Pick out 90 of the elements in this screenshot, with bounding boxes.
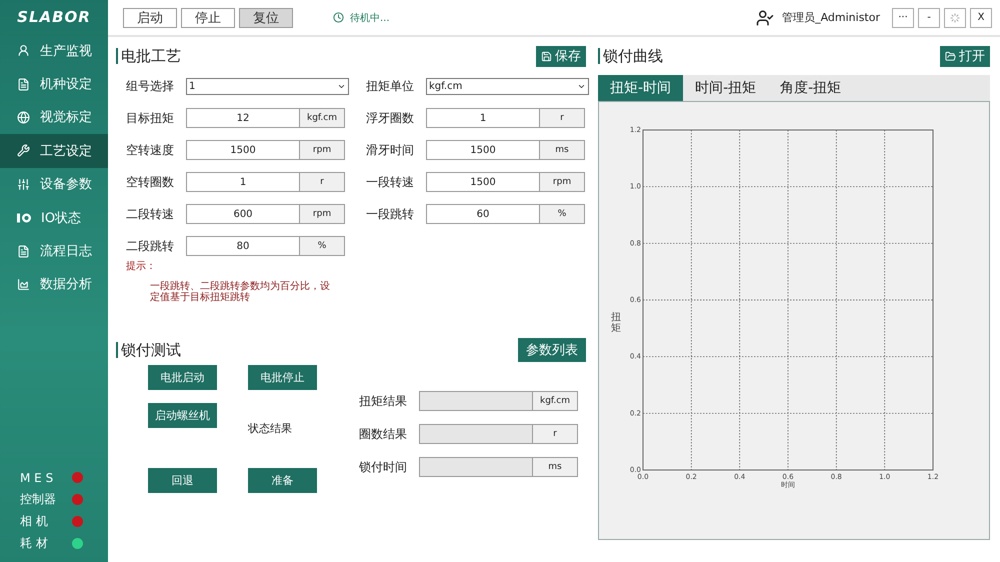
chart-tab[interactable]: 角度-扭矩 [768, 75, 854, 101]
field-label: 一段转速 [366, 174, 415, 190]
field-label: 组号选择 [126, 78, 175, 94]
nav-icon [17, 110, 30, 124]
chart-tab[interactable]: 扭矩-时间 [598, 75, 684, 101]
chart-tab[interactable]: 时间-扭矩 [683, 75, 768, 101]
unit-label: r [539, 109, 584, 127]
unit-label: r [299, 173, 344, 191]
field-label: 扭矩结果 [359, 392, 408, 410]
field-label: 二段跳转 [126, 238, 175, 254]
nav-icon [17, 144, 30, 158]
close-button[interactable]: X [970, 8, 992, 28]
unit-label: % [539, 205, 584, 223]
save-icon [541, 50, 552, 62]
folder-icon [945, 50, 956, 62]
section-title: 锁付曲线 [598, 48, 663, 64]
toolbar-button[interactable]: 停止 [181, 8, 235, 28]
input-field[interactable]: 12 [187, 112, 299, 124]
open-button[interactable]: 打开 [940, 46, 990, 66]
user-icon [756, 8, 774, 26]
nav-icon [17, 44, 30, 58]
logo: SLABOR [16, 7, 92, 28]
field-label: 浮牙圈数 [366, 110, 415, 126]
more-button[interactable]: ··· [892, 8, 914, 28]
test-button[interactable]: 准备 [248, 468, 317, 493]
status-label: 控制器 [20, 491, 57, 508]
section-title: 锁付测试 [116, 342, 181, 358]
unit-label: kgf.cm [299, 109, 344, 127]
hint-title: 提示： [126, 260, 157, 273]
sidebar-item[interactable]: 生产监视 [0, 34, 108, 68]
unit-label: kgf.cm [532, 392, 577, 410]
field-label: 目标扭矩 [126, 110, 175, 126]
dropdown-field[interactable]: 1 [186, 78, 349, 94]
sidebar-item[interactable]: IO状态 [0, 200, 108, 234]
nav-icon [17, 178, 30, 191]
unit-label: % [299, 237, 344, 255]
param-list-button[interactable]: 参数列表 [518, 338, 586, 362]
y-axis-label: 扭矩 [611, 312, 621, 334]
nav-icon [17, 244, 30, 258]
field-label: 扭矩单位 [366, 78, 415, 94]
sidebar-item[interactable]: 视觉标定 [0, 100, 108, 134]
field-label: 二段转速 [126, 206, 175, 222]
nav-icon [17, 78, 30, 91]
nav-icon [17, 278, 30, 291]
input-field[interactable]: 1500 [427, 176, 539, 188]
section-title: 电批工艺 [116, 48, 181, 64]
unit-label: ms [532, 458, 577, 476]
toolbar-button[interactable]: 启动 [123, 8, 177, 28]
sidebar-item[interactable]: 设备参数 [0, 168, 108, 201]
minimize-button[interactable]: - [918, 8, 940, 28]
input-field[interactable]: 1 [427, 112, 539, 124]
input-field[interactable]: 1 [187, 176, 299, 188]
status-label: M E S [20, 470, 54, 484]
input-field[interactable]: 600 [187, 208, 299, 220]
input-field[interactable]: 1500 [187, 144, 299, 156]
input-field[interactable]: 60 [427, 208, 539, 220]
input-field[interactable]: 1500 [427, 144, 539, 156]
save-button[interactable]: 保存 [536, 46, 586, 66]
spinner-icon [950, 12, 960, 22]
sidebar-item[interactable]: 数据分析 [0, 268, 108, 302]
dropdown-field[interactable]: kgf.cm [426, 78, 589, 94]
test-button[interactable]: 电批停止 [248, 365, 317, 390]
sidebar-item[interactable]: 流程日志 [0, 234, 108, 268]
status-text: 待机中... [350, 12, 390, 24]
user-name: 管理员_Administor [782, 10, 880, 25]
input-field[interactable]: 80 [187, 240, 299, 252]
clock-icon [333, 12, 344, 23]
sidebar-item[interactable]: 机种设定 [0, 67, 108, 101]
field-label: 滑牙时间 [366, 142, 415, 158]
toolbar-button[interactable]: 复位 [239, 8, 293, 28]
test-button[interactable]: 电批启动 [148, 365, 217, 390]
field-label: 锁付时间 [359, 458, 408, 476]
unit-label: rpm [299, 205, 344, 223]
unit-label: ms [539, 141, 584, 159]
unit-label: rpm [299, 141, 344, 159]
status-label: 耗 材 [20, 535, 49, 552]
hint-text: 一段跳转、二段跳转参数均为百分比，设定值基于目标扭矩跳转 [150, 281, 331, 303]
io-icon [17, 212, 31, 223]
field-label: 一段跳转 [366, 206, 415, 222]
unit-label: r [532, 425, 577, 443]
test-button[interactable]: 回退 [148, 468, 217, 493]
loading-button[interactable] [944, 8, 966, 28]
sidebar-item[interactable]: 工艺设定 [0, 134, 108, 168]
status-label: 相 机 [20, 513, 49, 530]
field-label: 空转圈数 [126, 174, 175, 190]
field-label: 空转速度 [126, 142, 175, 158]
test-button[interactable]: 启动螺丝机 [148, 403, 217, 428]
field-label: 圈数结果 [359, 426, 408, 442]
state-result-label: 状态结果 [248, 420, 293, 436]
unit-label: rpm [539, 173, 584, 191]
